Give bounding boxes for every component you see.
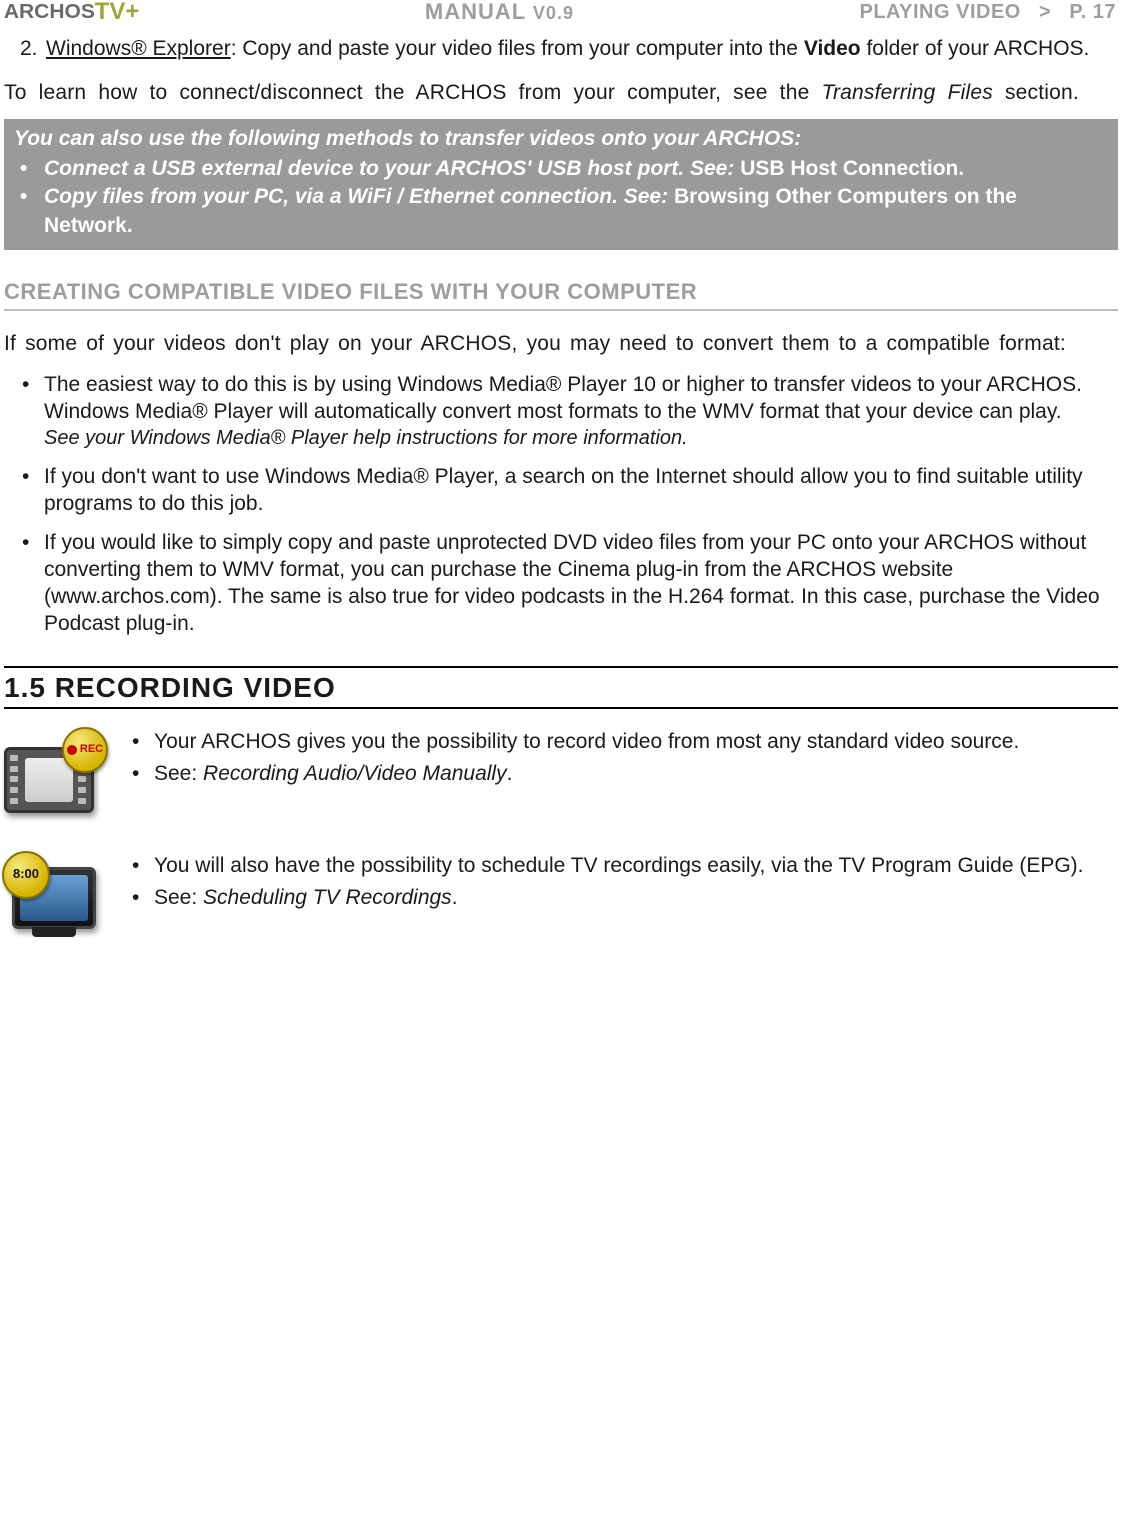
transfer-paragraph: To learn how to connect/disconnect the A… (4, 80, 1118, 106)
info-box-item-usb: Connect a USB external device to your AR… (14, 155, 1108, 183)
subheading-creating-compatible: CREATING COMPATIBLE VIDEO FILES WITH YOU… (4, 278, 1118, 312)
step-2: 2. Windows® Explorer: Copy and paste you… (4, 36, 1118, 62)
compat-bullet-alt: If you don't want to use Windows Media® … (4, 464, 1118, 518)
schedule-bullet-desc: You will also have the possibility to sc… (124, 853, 1118, 880)
scheduling-recordings-ref: Scheduling TV Recordings (203, 886, 452, 909)
manual-version: V0.9 (533, 3, 574, 23)
wmp-help-ref: See your Windows Media® Player help inst… (44, 427, 688, 449)
schedule-bullet-see: See: Scheduling TV Recordings. (124, 885, 1118, 912)
windows-explorer-link[interactable]: Windows® Explorer (46, 37, 231, 60)
time-badge-icon: 8:00 (2, 851, 50, 899)
brand-logo: ARCHOS (4, 0, 95, 25)
page-content: 2. Windows® Explorer: Copy and paste you… (0, 28, 1122, 953)
recording-bullet-desc: Your ARCHOS gives you the possibility to… (124, 729, 1118, 756)
step-number: 2. (20, 36, 46, 62)
schedule-row: 8:00 You will also have the possibility … (4, 853, 1118, 953)
step-text: Windows® Explorer: Copy and paste your v… (46, 36, 1089, 62)
manual-label: MANUAL (425, 0, 526, 24)
page-header: ARCHOS TV+ MANUAL V0.9 PLAYING VIDEO > P… (0, 0, 1122, 28)
compat-bullets: The easiest way to do this is by using W… (4, 372, 1118, 638)
info-box-item-wifi: Copy files from your PC, via a WiFi / Et… (14, 183, 1108, 240)
page-number: P. 17 (1069, 1, 1116, 23)
recording-bullets: Your ARCHOS gives you the possibility to… (124, 729, 1118, 795)
compat-bullet-plugin: If you would like to simply copy and pas… (4, 530, 1118, 638)
chapter-label: PLAYING VIDEO (859, 1, 1020, 23)
compat-intro: If some of your videos don't play on you… (4, 331, 1118, 357)
info-box: You can also use the following methods t… (4, 119, 1118, 250)
rec-badge-icon: REC (62, 727, 108, 773)
header-center: MANUAL V0.9 (139, 0, 859, 26)
recording-manually-ref: Recording Audio/Video Manually (203, 762, 507, 785)
info-box-lead: You can also use the following methods t… (14, 125, 1108, 153)
rec-icon: REC (4, 729, 114, 829)
recording-row: REC Your ARCHOS gives you the possibilit… (4, 729, 1118, 829)
breadcrumb-separator: > (1039, 1, 1051, 23)
schedule-bullets: You will also have the possibility to sc… (124, 853, 1118, 919)
schedule-icon: 8:00 (4, 853, 114, 953)
heading-recording-video: 1.5 RECORDING VIDEO (4, 666, 1118, 709)
header-right: PLAYING VIDEO > P. 17 (859, 0, 1116, 25)
brand-suffix: TV+ (95, 0, 140, 27)
recording-bullet-see: See: Recording Audio/Video Manually. (124, 761, 1118, 788)
usb-host-connection-ref: USB Host Connection (740, 157, 958, 180)
compat-bullet-wmp: The easiest way to do this is by using W… (4, 372, 1118, 453)
transferring-files-ref: Transferring Files (822, 81, 993, 104)
